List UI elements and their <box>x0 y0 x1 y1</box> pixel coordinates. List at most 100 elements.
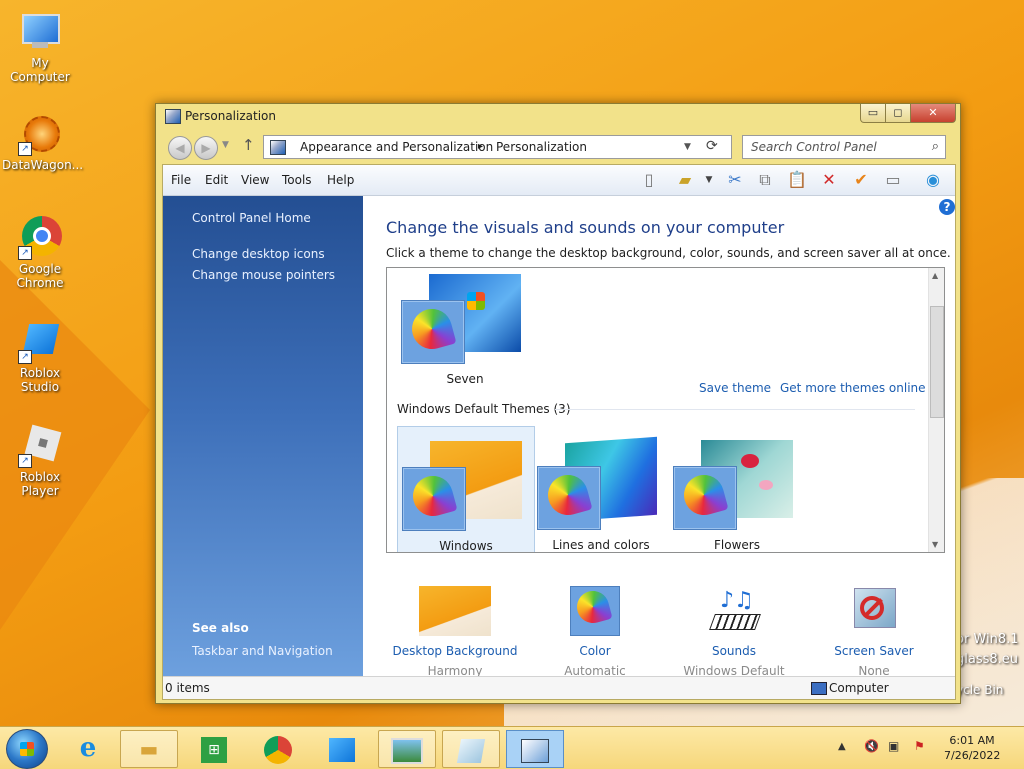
desktop-icon-datawagon[interactable]: ↗ DataWagon... <box>2 112 84 172</box>
theme-lines-and-colors[interactable]: Lines and colors <box>533 426 669 552</box>
scrollbar-thumb[interactable] <box>930 306 944 418</box>
roblox-studio-icon <box>329 737 355 762</box>
minimize-button[interactable]: ▭ <box>860 104 886 123</box>
search-box[interactable]: Search Control Panel ⌕ <box>742 135 946 159</box>
taskbar-notepad[interactable] <box>442 730 500 768</box>
desktop-icon-roblox-player[interactable]: ↗ Roblox Player <box>2 424 78 498</box>
theme-windows[interactable]: Windows <box>397 426 535 553</box>
save-theme-link[interactable]: Save theme <box>699 381 771 395</box>
delete-icon[interactable]: ✕ <box>817 169 841 191</box>
network-icon[interactable]: ▣ <box>888 739 899 753</box>
globe-icon[interactable]: ◉ <box>921 169 945 191</box>
menu-help[interactable]: Help <box>327 173 354 187</box>
layout-pane-icon[interactable]: ▯ <box>637 169 661 191</box>
address-bar[interactable]: Appearance and Personalization ▸ Persona… <box>263 135 732 159</box>
close-button[interactable]: ✕ <box>910 104 956 123</box>
screen-saver-icon <box>838 586 910 636</box>
taskbar-roblox-studio[interactable] <box>314 730 370 766</box>
chevron-down-icon[interactable]: ▼ <box>697 169 721 191</box>
chrome-icon: ↗ <box>18 216 62 260</box>
theme-flowers[interactable]: Flowers <box>669 426 805 552</box>
screen-saver-label[interactable]: Screen Saver <box>809 644 939 658</box>
control-panel-home-link[interactable]: Control Panel Home <box>192 211 311 225</box>
taskbar-photos[interactable] <box>378 730 436 768</box>
desktop-icon-chrome[interactable]: ↗ Google Chrome <box>2 216 78 290</box>
desktop-background-label[interactable]: Desktop Background <box>390 644 520 658</box>
status-bar: 0 items Computer <box>163 676 955 699</box>
theme-seven[interactable]: Seven <box>397 268 533 390</box>
help-icon[interactable]: ? <box>939 199 955 215</box>
shortcut-arrow-icon: ↗ <box>18 246 32 260</box>
taskbar-file-explorer[interactable]: ▬ <box>120 730 178 768</box>
screen-saver-setting[interactable]: Screen Saver None <box>809 586 939 678</box>
system-clock[interactable]: 6:01 AM 7/26/2022 <box>944 733 1000 763</box>
address-dropdown-icon[interactable]: ▼ <box>684 142 691 152</box>
taskbar-internet-explorer[interactable]: e <box>60 730 116 766</box>
desktop-icon-recycle-bin[interactable]: ycle Bin <box>956 683 1003 697</box>
forward-button[interactable]: ▶ <box>194 136 218 160</box>
properties-icon[interactable]: ▭ <box>881 169 905 191</box>
left-navigation-pane: Control Panel Home Change desktop icons … <box>163 196 363 676</box>
checkmark-icon[interactable]: ✔ <box>849 169 873 191</box>
title-bar[interactable]: Personalization ▭ ◻ ✕ <box>156 104 960 128</box>
scroll-down-icon[interactable]: ▼ <box>932 540 938 549</box>
forward-arrow-icon: ▶ <box>201 141 211 155</box>
get-more-themes-link[interactable]: Get more themes online <box>780 381 926 395</box>
recent-pages-dropdown[interactable]: ▼ <box>222 140 229 150</box>
color-palette-icon <box>673 466 737 530</box>
group-divider <box>555 409 915 410</box>
breadcrumb-personalization[interactable]: Personalization <box>496 140 587 154</box>
internet-explorer-icon: e <box>79 733 97 763</box>
desktop-background-setting[interactable]: Desktop Background Harmony <box>390 586 520 678</box>
refresh-icon[interactable]: ⟳ <box>706 138 718 154</box>
volume-muted-icon[interactable]: 🔇 <box>864 739 879 753</box>
back-button[interactable]: ◀ <box>168 136 192 160</box>
sounds-label[interactable]: Sounds <box>669 644 799 658</box>
color-label[interactable]: Color <box>530 644 660 658</box>
maximize-button[interactable]: ◻ <box>885 104 911 123</box>
breadcrumb-separator-icon[interactable]: ▸ <box>478 141 483 152</box>
breadcrumb-appearance[interactable]: Appearance and Personalization <box>300 140 493 154</box>
folder-options-icon[interactable]: ▰ <box>673 169 697 191</box>
start-button[interactable] <box>6 729 48 769</box>
change-mouse-pointers-link[interactable]: Change mouse pointers <box>192 268 335 282</box>
change-desktop-icons-link[interactable]: Change desktop icons <box>192 247 325 261</box>
taskbar-chrome[interactable] <box>250 730 306 766</box>
theme-label: Windows <box>439 539 493 553</box>
cut-icon[interactable]: ✂ <box>723 169 747 191</box>
menu-view[interactable]: View <box>241 173 269 187</box>
copy-icon[interactable]: ⧉ <box>753 169 777 191</box>
search-input[interactable]: Search Control Panel <box>751 140 877 154</box>
show-hidden-icons[interactable]: ▲ <box>838 741 846 752</box>
roblox-studio-icon: ↗ <box>18 320 62 364</box>
desktop-icon-my-computer[interactable]: My Computer <box>2 10 78 84</box>
desktop-icon-label: DataWagon... <box>2 158 84 172</box>
taskbar-store[interactable]: ⊞ <box>186 730 242 766</box>
taskbar-navigation-link[interactable]: Taskbar and Navigation <box>192 644 333 658</box>
taskbar-control-panel[interactable] <box>506 730 564 768</box>
desktop-icon-label: Google <box>18 262 62 276</box>
see-also-heading: See also <box>192 621 249 635</box>
up-button[interactable]: ↑ <box>242 136 255 154</box>
color-setting[interactable]: Color Automatic <box>530 586 660 678</box>
store-icon: ⊞ <box>201 736 227 763</box>
sounds-icon: ♪♫ <box>698 586 770 636</box>
menu-edit[interactable]: Edit <box>205 173 228 187</box>
notepad-icon <box>456 738 486 763</box>
theme-list-scrollbar[interactable]: ▲ ▼ <box>928 268 944 552</box>
scroll-up-icon[interactable]: ▲ <box>932 271 938 280</box>
menu-tools[interactable]: Tools <box>282 173 312 187</box>
search-icon[interactable]: ⌕ <box>932 139 939 154</box>
action-center-icon[interactable]: ⚑ <box>914 739 925 753</box>
sounds-setting[interactable]: ♪♫ Sounds Windows Default <box>669 586 799 678</box>
theme-label: Lines and colors <box>552 538 650 552</box>
paste-icon[interactable]: 📋 <box>785 169 809 191</box>
chevron-down-icon: ▼ <box>222 140 229 150</box>
desktop-icon-roblox-studio[interactable]: ↗ Roblox Studio <box>2 320 78 394</box>
menu-file[interactable]: File <box>171 173 191 187</box>
color-palette-icon <box>570 586 620 636</box>
item-count: 0 items <box>165 681 210 695</box>
shortcut-arrow-icon: ↗ <box>18 142 32 156</box>
datawagon-icon: ↗ <box>18 112 62 156</box>
control-panel-icon <box>270 140 286 155</box>
